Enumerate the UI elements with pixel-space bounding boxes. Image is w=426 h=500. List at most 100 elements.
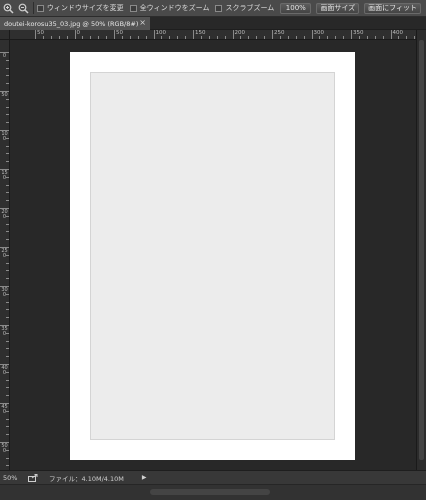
ruler-v-minor-tick — [6, 239, 9, 241]
actual-pixels-label: 100% — [285, 4, 306, 12]
ruler-h-minor-tick — [185, 36, 187, 39]
actual-pixels-button[interactable]: 100% — [280, 2, 312, 14]
document-tab-title: doutei-korosu35_03.jpg @ 50% (RGB/8#) — [4, 19, 139, 28]
vertical-scrollbar[interactable] — [416, 30, 426, 470]
fill-screen-button[interactable]: 画面にフィット — [364, 2, 421, 14]
status-menu-arrow-icon[interactable]: ▶ — [142, 474, 147, 481]
ruler-v-minor-tick — [6, 356, 9, 358]
resize-windows-option[interactable]: ウィンドウサイズを変更 — [36, 3, 124, 13]
ruler-v-minor-tick — [6, 137, 9, 139]
ruler-h-minor-tick — [145, 36, 147, 39]
options-bar: ウィンドウサイズを変更 全ウィンドウをズーム スクラブズーム 100% 画面サイ… — [0, 0, 426, 17]
canvas-area[interactable] — [10, 40, 416, 470]
ruler-v-minor-tick — [6, 215, 9, 217]
ruler-h-minor-tick — [177, 36, 179, 39]
document-tab[interactable]: doutei-korosu35_03.jpg @ 50% (RGB/8#) × — [0, 17, 150, 30]
ruler-h-major-tick — [232, 30, 234, 39]
document-canvas[interactable] — [70, 52, 355, 460]
zoom-all-windows-checkbox[interactable] — [129, 4, 137, 12]
ruler-h-minor-tick — [106, 36, 108, 39]
ruler-v-minor-tick — [6, 395, 9, 397]
ruler-v-minor-tick — [6, 449, 9, 451]
ruler-v-minor-tick — [6, 301, 9, 303]
status-bar: 50% ファイル：4.10M/4.10M ▶ — [0, 470, 426, 484]
document-tab-bar: doutei-korosu35_03.jpg @ 50% (RGB/8#) × — [0, 17, 426, 30]
ruler-v-minor-tick — [6, 254, 9, 256]
ruler-h-minor-tick — [398, 36, 400, 39]
horizontal-ruler[interactable]: 50 0 50 100 150 200 250 300 350 400 — [10, 30, 416, 40]
ruler-h-minor-tick — [82, 36, 84, 39]
vertical-ruler[interactable]: 050100150200250300350400450500550 — [0, 40, 10, 470]
ruler-h-minor-tick — [50, 36, 52, 39]
ruler-v-minor-tick — [6, 457, 9, 459]
ruler-v-minor-tick — [6, 270, 9, 272]
resize-windows-label: ウィンドウサイズを変更 — [46, 4, 124, 12]
ruler-v-minor-tick — [6, 434, 9, 436]
ruler-v-minor-tick — [6, 192, 9, 194]
ruler-h-minor-tick — [98, 36, 100, 39]
ruler-v-minor-tick — [6, 67, 9, 69]
ruler-v-minor-tick — [6, 309, 9, 311]
ruler-h-minor-tick — [58, 36, 60, 39]
vertical-scrollbar-thumb[interactable] — [419, 40, 424, 460]
ruler-v-minor-tick — [6, 465, 9, 467]
ruler-v-minor-tick — [6, 348, 9, 350]
ruler-h-minor-tick — [137, 36, 139, 39]
status-zoom[interactable]: 50% — [3, 474, 25, 482]
zoom-out-icon[interactable] — [16, 2, 29, 15]
ruler-v-minor-tick — [6, 410, 9, 412]
ruler-h-major-tick — [390, 30, 392, 39]
ruler-h-minor-tick — [169, 36, 171, 39]
ruler-v-minor-tick — [6, 379, 9, 381]
ruler-h-major-tick — [311, 30, 313, 39]
ruler-h-major-tick — [351, 30, 352, 39]
horizontal-scrollbar-thumb[interactable] — [150, 489, 270, 495]
ruler-v-minor-tick — [6, 200, 9, 202]
ruler-h-minor-tick — [287, 36, 289, 39]
ruler-h-major-tick — [74, 30, 76, 39]
ruler-v-minor-tick — [6, 75, 9, 77]
scrubby-zoom-checkbox[interactable] — [215, 4, 223, 12]
ruler-h-minor-tick — [343, 36, 345, 39]
zoom-all-windows-option[interactable]: 全ウィンドウをズーム — [129, 3, 210, 13]
ruler-v-minor-tick — [6, 426, 9, 428]
ruler-v-minor-tick — [6, 122, 9, 124]
ruler-h-minor-tick — [374, 36, 376, 39]
resize-windows-checkbox[interactable] — [36, 4, 44, 12]
ruler-v-minor-tick — [6, 145, 9, 147]
zoom-in-icon[interactable] — [2, 2, 15, 15]
ruler-v-minor-tick — [6, 371, 9, 373]
ruler-v-minor-tick — [6, 332, 9, 334]
ruler-h-major-tick — [35, 30, 36, 39]
close-icon[interactable]: × — [139, 18, 146, 27]
ruler-h-minor-tick — [279, 36, 281, 39]
ruler-v-minor-tick — [6, 83, 9, 85]
ruler-h-minor-tick — [224, 36, 226, 39]
ruler-h-minor-tick — [208, 36, 210, 39]
ruler-v-minor-tick — [6, 161, 9, 163]
fill-screen-label: 画面にフィット — [368, 4, 417, 12]
ruler-v-minor-tick — [6, 262, 9, 264]
status-file-info: ファイル：4.10M/4.10M — [49, 474, 124, 483]
ruler-h-major-tick — [153, 30, 155, 39]
ruler-h-minor-tick — [42, 36, 44, 39]
scrubby-zoom-option[interactable]: スクラブズーム — [215, 3, 274, 13]
horizontal-scrollbar[interactable] — [0, 484, 426, 500]
toolbar-divider — [32, 2, 34, 14]
fit-screen-button[interactable]: 画面サイズ — [316, 2, 360, 14]
ruler-h-label: 0 — [76, 30, 81, 36]
ruler-v-minor-tick — [6, 278, 9, 280]
ruler-h-minor-tick — [161, 36, 163, 39]
zoom-all-windows-label: 全ウィンドウをズーム — [139, 4, 210, 12]
ruler-v-minor-tick — [6, 418, 9, 420]
ruler-h-minor-tick — [366, 36, 368, 39]
ruler-h-minor-tick — [303, 36, 305, 39]
scrubby-zoom-label: スクラブズーム — [225, 4, 275, 12]
ruler-h-minor-tick — [295, 36, 297, 39]
export-icon[interactable] — [25, 473, 41, 482]
ruler-h-minor-tick — [335, 36, 337, 39]
ruler-h-minor-tick — [90, 36, 92, 39]
ruler-v-minor-tick — [6, 153, 9, 155]
ruler-v-label: 50 — [1, 92, 8, 98]
ruler-v-minor-tick — [6, 106, 9, 108]
